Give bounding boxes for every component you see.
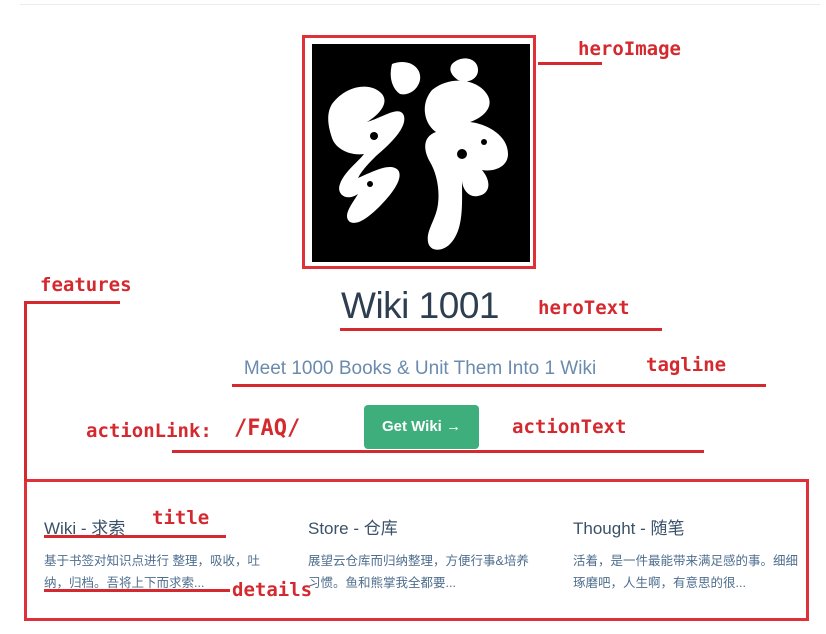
hero-text: Wiki 1001 <box>341 285 499 326</box>
annotation-action-link-value: /FAQ/ <box>234 416 301 441</box>
annotation-action-line <box>172 450 704 453</box>
feature-details: 活着，是一件最能带来满足感的事。细细琢磨吧，人生啊，有意思的很... <box>573 554 799 590</box>
get-wiki-button[interactable]: Get Wiki → <box>364 405 479 449</box>
feature-thought: Thought - 随笔 活着，是一件最能带来满足感的事。细细琢磨吧，人生啊，有… <box>573 514 803 594</box>
annotation-hero-text: heroText <box>538 297 630 319</box>
hero-image <box>312 44 530 262</box>
feature-details: 展望云仓库而归纳整理，方便行事&培养习惯。鱼和熊掌我全都要... <box>308 554 529 590</box>
annotation-features-vline <box>24 301 27 481</box>
annotation-hero-text-line <box>340 328 662 331</box>
annotation-tagline-line <box>232 384 766 387</box>
calligraphy-logo-icon <box>312 44 530 262</box>
tagline: Meet 1000 Books & Unit Them Into 1 Wiki <box>243 358 597 379</box>
annotation-tagline: tagline <box>646 354 727 376</box>
annotation-details: details <box>232 579 313 601</box>
annotation-title-line <box>44 535 226 538</box>
annotation-action-text: actionText <box>512 416 627 438</box>
annotation-hero-image-line <box>538 62 602 65</box>
top-divider <box>20 4 820 5</box>
annotation-features: features <box>40 274 132 296</box>
annotation-title: title <box>152 507 210 529</box>
annotation-hero-image: heroImage <box>578 38 681 60</box>
annotation-features-line <box>24 301 120 304</box>
feature-title: Store - 仓库 <box>308 519 398 538</box>
feature-title: Thought - 随笔 <box>573 519 685 538</box>
feature-store: Store - 仓库 展望云仓库而归纳整理，方便行事&培养习惯。鱼和熊掌我全都要… <box>308 514 538 594</box>
annotation-action-link: actionLink: <box>86 420 212 442</box>
annotation-details-line <box>44 589 230 592</box>
